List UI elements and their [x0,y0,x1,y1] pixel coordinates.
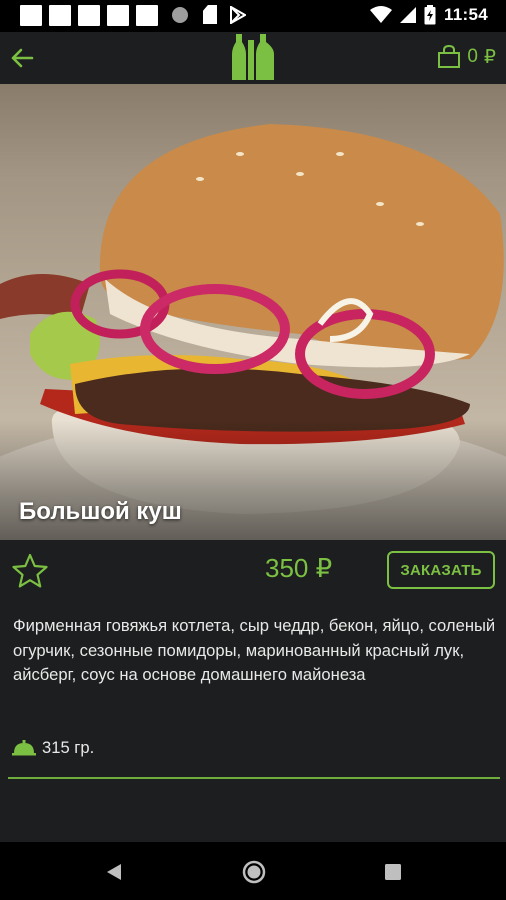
shopping-bag-icon [438,45,461,68]
arrow-left-icon[interactable] [8,44,36,72]
product-title: Большой куш [19,498,182,525]
star-outline-icon[interactable] [12,553,48,589]
cloche-icon [12,740,36,756]
product-description: Фирменная говяжья котлета, сыр чеддр, бе… [13,616,496,684]
status-bar: 11:54 [0,0,506,32]
square-recent-icon[interactable] [385,864,401,880]
sd-card-icon [203,5,217,24]
product-price: 350 ₽ [265,553,333,583]
bottles-logo-icon [232,34,274,80]
notification-square-icon [20,5,42,26]
notification-square-icon [78,5,100,26]
cart-button[interactable]: 0 ₽ [437,45,496,69]
clock: 11:54 [443,5,488,24]
weight-value: 315 гр. [42,738,95,757]
divider [8,777,500,779]
notification-square-icon [107,5,129,26]
notification-square-icon [136,5,158,26]
triangle-back-icon[interactable] [106,863,122,881]
product-image: Большой куш [0,84,506,540]
play-store-icon [230,6,246,24]
circle-home-icon[interactable] [242,860,266,884]
action-row: 350 ₽ ЗАКАЗАТЬ [0,540,506,602]
signal-icon [399,7,416,23]
battery-icon [424,5,436,25]
product-weight: 315 гр. [12,738,94,758]
wifi-icon [369,6,392,23]
app-bar: 0 ₽ [0,32,506,84]
circle-icon [172,7,188,23]
navigation-bar [0,842,506,900]
cart-currency: ₽ [483,46,496,68]
notification-icons [20,5,158,26]
cart-count: 0 [467,46,478,67]
notification-square-icon [49,5,71,26]
order-button[interactable]: ЗАКАЗАТЬ [387,551,495,589]
